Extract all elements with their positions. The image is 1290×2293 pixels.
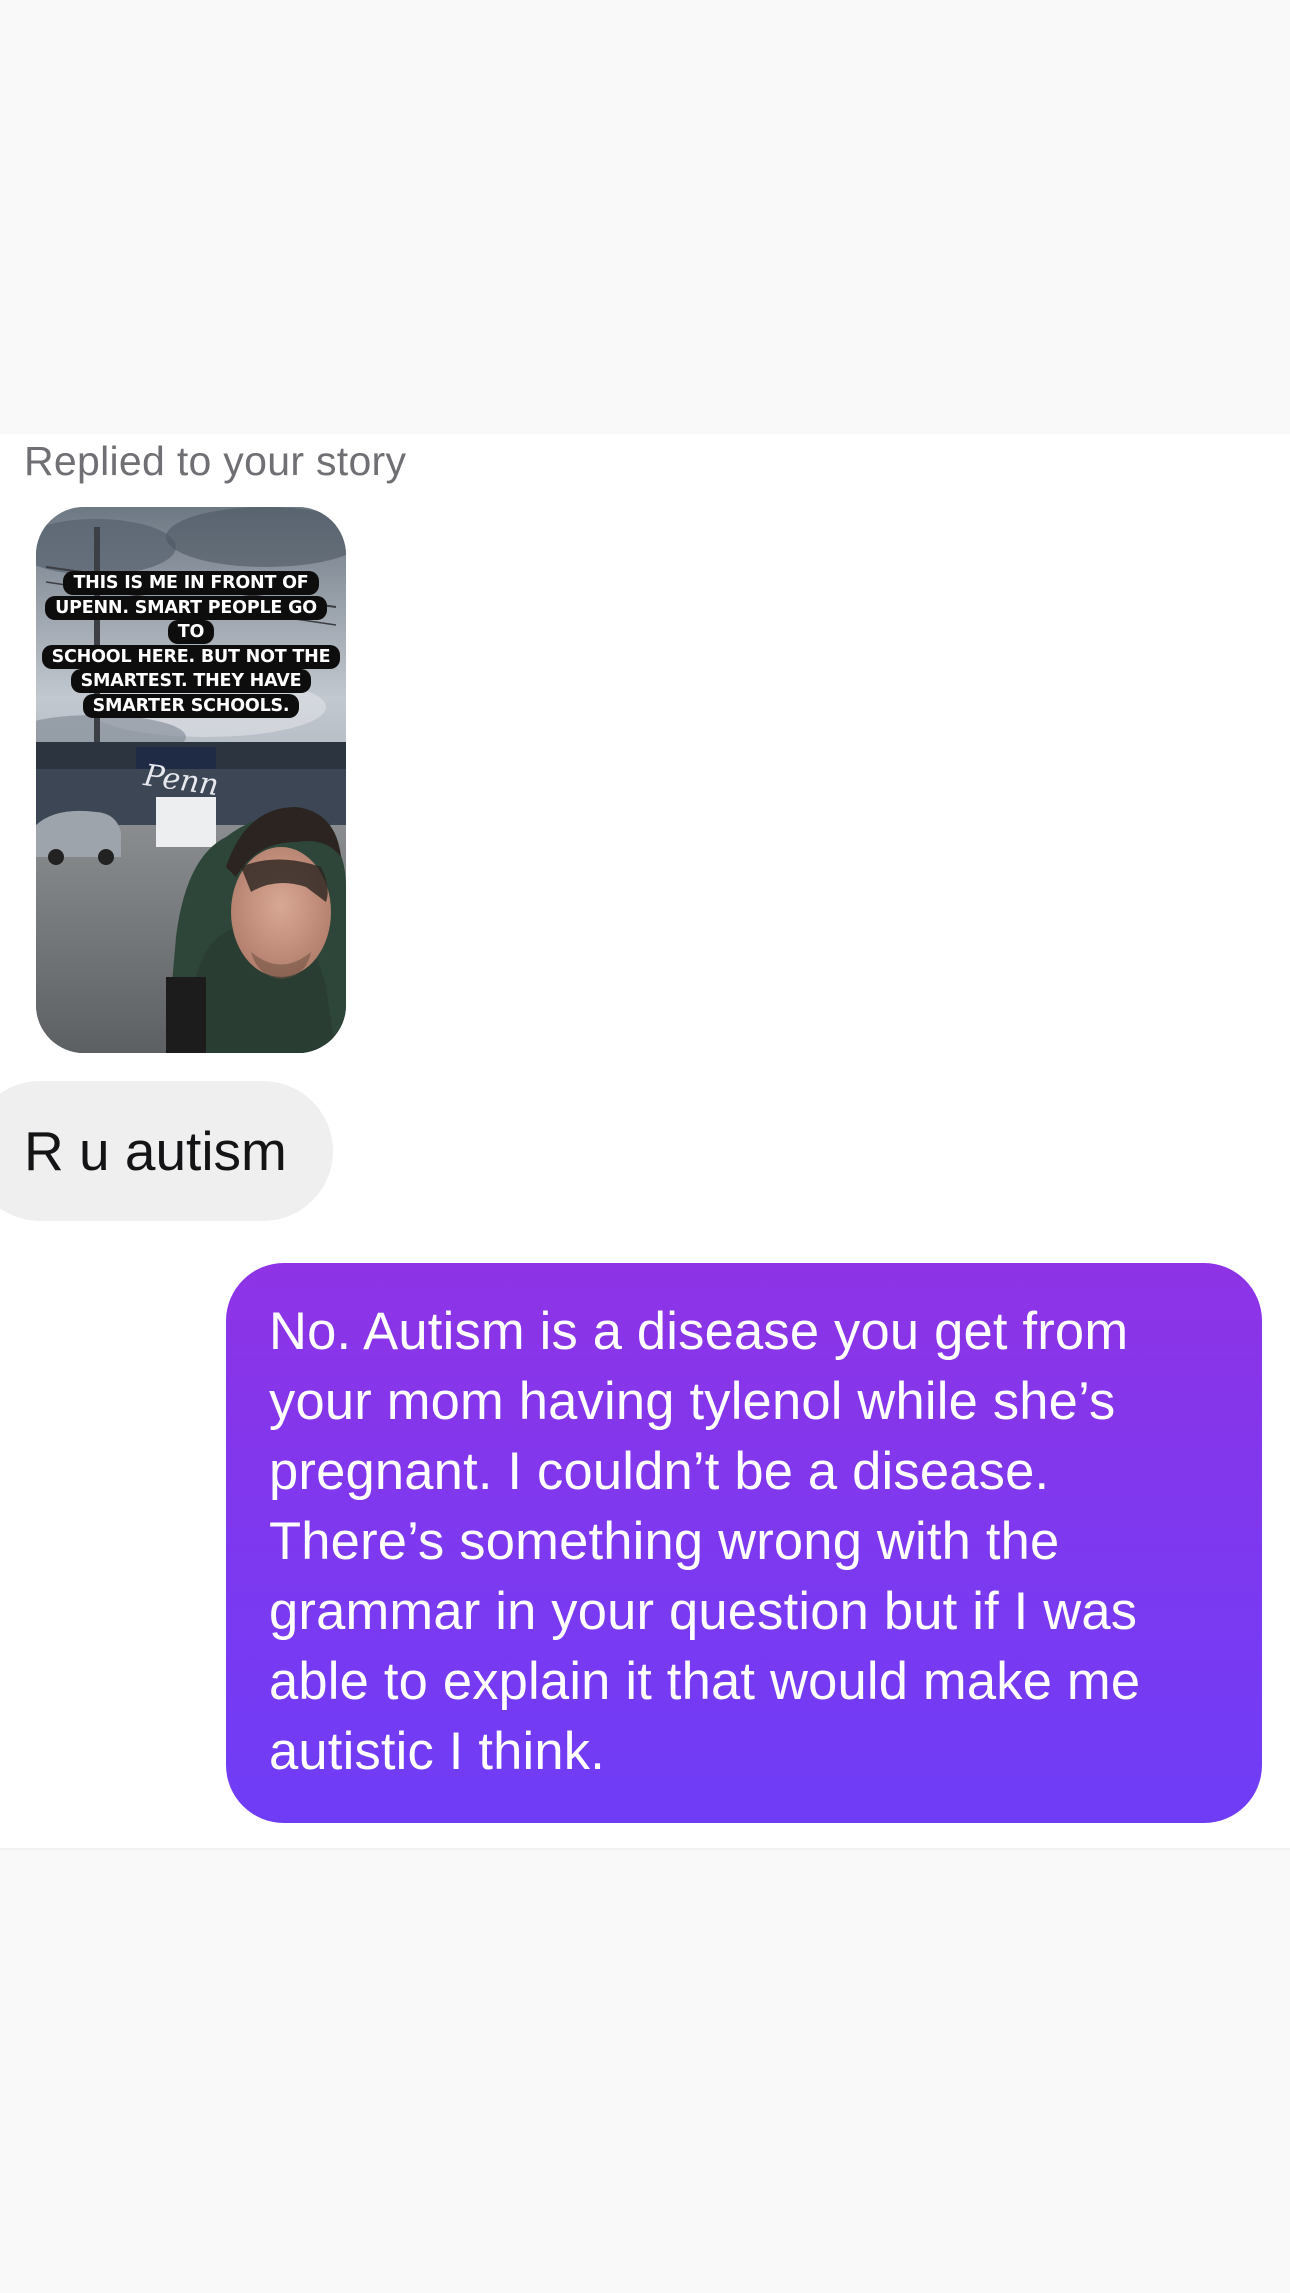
story-caption: THIS IS ME IN FRONT OF UPENN. SMART PEOP… (36, 571, 346, 718)
incoming-message-text: R u autism (24, 1120, 287, 1182)
header-area (0, 0, 1290, 434)
story-caption-line: SMARTER SCHOOLS. (82, 693, 300, 718)
incoming-message-bubble[interactable]: R u autism (0, 1081, 333, 1221)
story-caption-line: SMARTEST. THEY HAVE (70, 669, 312, 693)
story-thumbnail[interactable]: Penn THIS IS ME IN FRONT OF UPENN. SMART… (36, 507, 346, 1053)
composer-area (0, 1848, 1290, 2293)
story-caption-line: SCHOOL HERE. BUT NOT THE (41, 644, 341, 669)
story-caption-line: THIS IS ME IN FRONT OF (63, 571, 319, 595)
outgoing-message-bubble[interactable]: No. Autism is a disease you get from you… (226, 1263, 1262, 1823)
story-reply-label: Replied to your story (24, 438, 407, 484)
outgoing-message-text: No. Autism is a disease you get from you… (269, 1302, 1141, 1781)
story-caption-line: UPENN. SMART PEOPLE GO TO (45, 595, 327, 644)
